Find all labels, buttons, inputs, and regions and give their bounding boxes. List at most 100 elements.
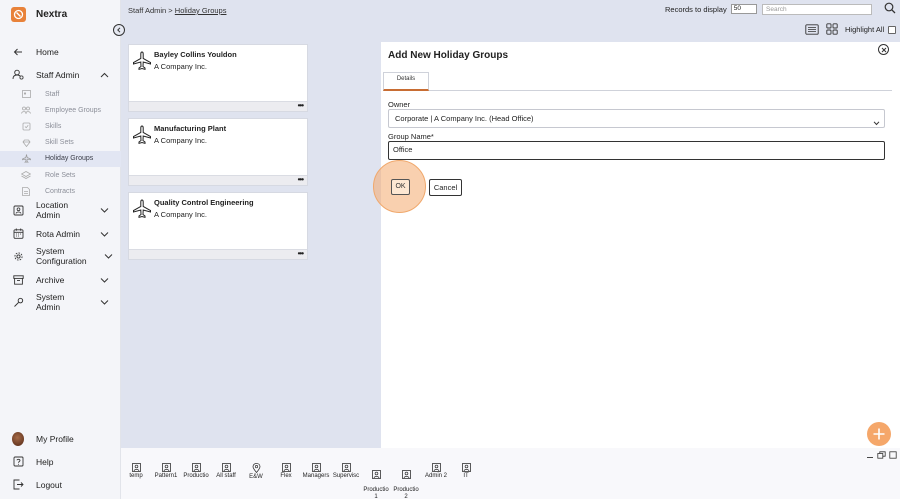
highlight-all-label: Highlight All <box>845 25 885 34</box>
sidebar-item-employee-groups[interactable]: Employee Groups <box>0 102 121 118</box>
toolbar-item[interactable]: Admin 2 <box>421 463 451 480</box>
collapse-sidebar-button[interactable] <box>113 24 125 36</box>
card-title: Bayley Collins Youldon <box>154 50 237 59</box>
highlight-all-checkbox[interactable] <box>888 25 897 34</box>
chevron-down-icon <box>100 229 109 239</box>
sidebar-item-system-configuration[interactable]: System Configuration <box>0 245 121 268</box>
panel-title: Add New Holiday Groups <box>388 50 509 61</box>
person-icon <box>361 470 391 479</box>
breadcrumb: Staff Admin > Holiday Groups <box>128 6 226 15</box>
sidebar-item-staff-admin[interactable]: Staff Admin <box>0 63 121 86</box>
toolbar-item[interactable]: Productio <box>181 463 211 480</box>
breadcrumb-current[interactable]: Holiday Groups <box>175 6 227 15</box>
person-icon <box>181 463 211 472</box>
sidebar-item-archive[interactable]: Archive <box>0 268 121 291</box>
toolbar-item[interactable]: Productio 2 <box>391 463 421 499</box>
sidebar-item-label: Employee Groups <box>45 106 102 114</box>
grid-view-icon[interactable] <box>826 23 838 37</box>
maximize-icon[interactable] <box>889 451 897 461</box>
help-icon <box>12 456 24 468</box>
restore-icon[interactable] <box>877 451 886 461</box>
toolbar-item[interactable]: E&W <box>241 463 271 481</box>
person-icon <box>121 463 151 472</box>
staff-admin-submenu: Staff Employee Groups Skills Skill Sets … <box>0 86 121 199</box>
close-button[interactable] <box>878 44 889 55</box>
records-input[interactable]: 50 <box>730 4 757 14</box>
toolbar-item[interactable]: IT <box>451 463 481 480</box>
more-options-icon[interactable]: ••• <box>298 250 304 258</box>
more-options-icon[interactable]: ••• <box>298 102 304 110</box>
breadcrumb-root[interactable]: Staff Admin <box>128 6 166 15</box>
chevron-down-icon <box>100 206 109 216</box>
chevron-down-icon <box>100 275 109 285</box>
holiday-group-card[interactable]: Bayley Collins Youldon A Company Inc. ••… <box>128 44 308 112</box>
toolbar-item-label: Pattern1 <box>154 473 178 479</box>
airplane-icon <box>132 199 152 221</box>
app-name: Nextra <box>36 8 68 20</box>
toolbar-item-label: Managers <box>302 473 330 479</box>
owner-select[interactable]: Corporate | A Company Inc. (Head Office) <box>388 109 885 128</box>
holiday-group-card[interactable]: Manufacturing Plant A Company Inc. ••• <box>128 118 308 186</box>
sidebar-item-location-admin[interactable]: Location Admin <box>0 199 121 222</box>
cancel-button[interactable]: Cancel <box>429 179 462 196</box>
toolbar-item[interactable]: Flex <box>271 463 301 480</box>
sidebar-item-label: System Configuration <box>36 247 87 266</box>
search-input[interactable]: Search <box>762 4 872 15</box>
ok-button[interactable]: OK <box>391 179 410 195</box>
chevron-down-icon <box>873 115 880 132</box>
id-card-icon <box>21 89 31 99</box>
toolbar-item-label: E&W <box>249 474 263 480</box>
person-icon <box>421 463 451 472</box>
document-icon <box>21 186 31 196</box>
staff-admin-icon <box>12 69 24 81</box>
toolbar-item[interactable]: temp <box>121 463 151 480</box>
location-pin-icon <box>241 463 271 473</box>
toolbar-item-label: Supervisc <box>332 473 360 479</box>
sidebar-item-role-sets[interactable]: Role Sets <box>0 167 121 183</box>
sidebar-item-skills[interactable]: Skills <box>0 118 121 134</box>
sidebar-item-label: Logout <box>36 479 62 490</box>
sidebar-item-my-profile[interactable]: My Profile <box>0 427 121 450</box>
card-title: Manufacturing Plant <box>154 124 227 133</box>
brand[interactable]: Nextra <box>11 6 67 22</box>
chevron-left-icon <box>117 27 121 33</box>
breadcrumb-separator: > <box>166 6 175 15</box>
person-icon <box>271 463 301 472</box>
sidebar-item-logout[interactable]: Logout <box>0 473 121 496</box>
tab-details[interactable]: Details <box>383 72 429 91</box>
sidebar-item-system-admin[interactable]: System Admin <box>0 291 121 314</box>
owner-label: Owner <box>388 100 411 109</box>
label-line: Admin <box>36 301 61 312</box>
holiday-group-card[interactable]: Quality Control Engineering A Company In… <box>128 192 308 260</box>
list-view-icon[interactable] <box>805 23 819 37</box>
badge-icon <box>21 121 31 131</box>
archive-box-icon <box>12 274 24 286</box>
sidebar-item-help[interactable]: Help <box>0 450 121 473</box>
toolbar-item[interactable]: All staff <box>211 463 241 480</box>
toolbar-item[interactable]: Pattern1 <box>151 463 181 480</box>
group-name-input[interactable]: Office <box>388 141 885 160</box>
sidebar-item-staff[interactable]: Staff <box>0 86 121 102</box>
toolbar-item[interactable]: Managers <box>301 463 331 480</box>
minimize-icon[interactable] <box>866 451 874 461</box>
sidebar-item-holiday-groups[interactable]: Holiday Groups <box>0 150 121 167</box>
search-icon[interactable] <box>884 2 896 16</box>
more-options-icon[interactable]: ••• <box>298 176 304 184</box>
sidebar-item-rota-admin[interactable]: Rota Admin <box>0 222 121 245</box>
add-button[interactable] <box>867 422 891 446</box>
sidebar-item-skill-sets[interactable]: Skill Sets <box>0 135 121 151</box>
wrench-icon <box>12 297 24 309</box>
person-icon <box>211 463 241 472</box>
group-name-label: Group Name* <box>388 132 434 141</box>
toolbar-item[interactable]: Productio 1 <box>361 463 391 499</box>
avatar-image <box>12 431 24 446</box>
toolbar-item[interactable]: Supervisc <box>331 463 361 480</box>
airplane-icon <box>21 154 31 164</box>
records-label: Records to display <box>665 4 727 14</box>
sidebar-item-contracts[interactable]: Contracts <box>0 183 121 199</box>
card-company: A Company Inc. <box>154 210 207 219</box>
sidebar: Nextra Home Staff Admin Staff Employee G… <box>0 0 121 499</box>
sidebar-item-home[interactable]: Home <box>0 40 121 63</box>
chevron-down-icon <box>100 298 109 308</box>
sidebar-item-label: Staff Admin <box>36 69 80 80</box>
